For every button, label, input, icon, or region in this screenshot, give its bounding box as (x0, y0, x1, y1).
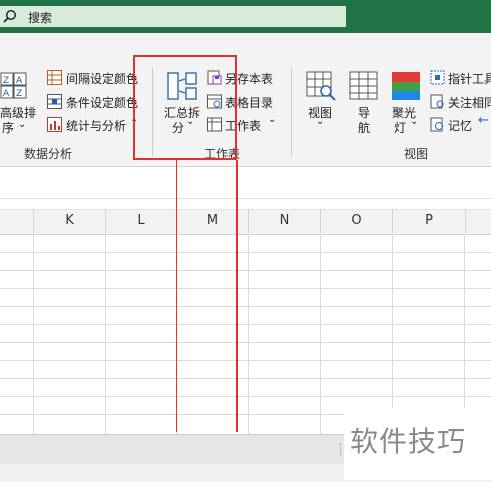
memory-icon (430, 117, 443, 132)
svg-text:Z: Z (3, 76, 9, 86)
column-header-l[interactable]: L (106, 209, 177, 233)
view-group-label: 视图 (404, 147, 429, 161)
navigation-label-2[interactable]: 航 (358, 119, 370, 136)
column-header-p[interactable]: P (393, 209, 466, 233)
chevron-down-icon[interactable]: ⌄ (18, 119, 26, 130)
watch-related-icon (430, 94, 444, 109)
search-label: 搜索 (28, 11, 53, 25)
column-header-n[interactable]: N (249, 209, 321, 233)
stats-analysis-button[interactable]: 统计与分析 (66, 117, 126, 134)
highlight-line (176, 160, 177, 432)
navigation-icon[interactable] (349, 71, 379, 101)
formula-bar[interactable] (0, 172, 491, 199)
svg-text:Z: Z (16, 89, 22, 99)
column-header-k[interactable]: K (34, 209, 106, 233)
data-analysis-group-label: 数据分析 (24, 147, 73, 161)
column-header-blank (0, 209, 34, 233)
column-header-m[interactable]: M (177, 209, 249, 233)
chevron-down-icon[interactable]: ⌄ (268, 114, 276, 125)
chevron-down-icon[interactable]: ⌄ (410, 116, 418, 127)
spotlight-label-2[interactable]: 灯 (394, 119, 406, 136)
conditional-color-icon (47, 94, 62, 109)
view-icon[interactable] (306, 71, 336, 101)
highlight-line (236, 160, 238, 432)
interval-color-button[interactable]: 间隔设定颜色 (66, 70, 138, 87)
stats-analysis-icon (47, 117, 62, 132)
svg-text:A: A (16, 76, 23, 86)
pointer-tool-icon (430, 70, 445, 85)
advanced-sort-label-2[interactable]: 序 (2, 119, 14, 136)
advanced-sort-icon[interactable]: Z A A Z (0, 72, 28, 100)
cell-grid[interactable] (0, 234, 491, 434)
svg-text:A: A (3, 89, 10, 99)
conditional-color-button[interactable]: 条件设定颜色 (66, 94, 138, 111)
highlight-box (133, 55, 237, 160)
chevron-down-icon[interactable]: ⌄ (316, 116, 324, 127)
spotlight-icon[interactable] (391, 71, 421, 101)
group-separator (291, 68, 292, 156)
watermark-text: 软件技巧 (350, 425, 467, 458)
column-header-o[interactable]: O (321, 209, 393, 233)
back-arrow-icon[interactable]: ← (478, 113, 489, 128)
interval-color-icon (47, 70, 62, 85)
pointer-tool-button[interactable]: 指针工具 (448, 70, 491, 87)
memory-button[interactable]: 记忆 (448, 117, 472, 134)
search-icon[interactable] (2, 9, 18, 25)
watch-related-button[interactable]: 关注相同 (448, 94, 491, 111)
